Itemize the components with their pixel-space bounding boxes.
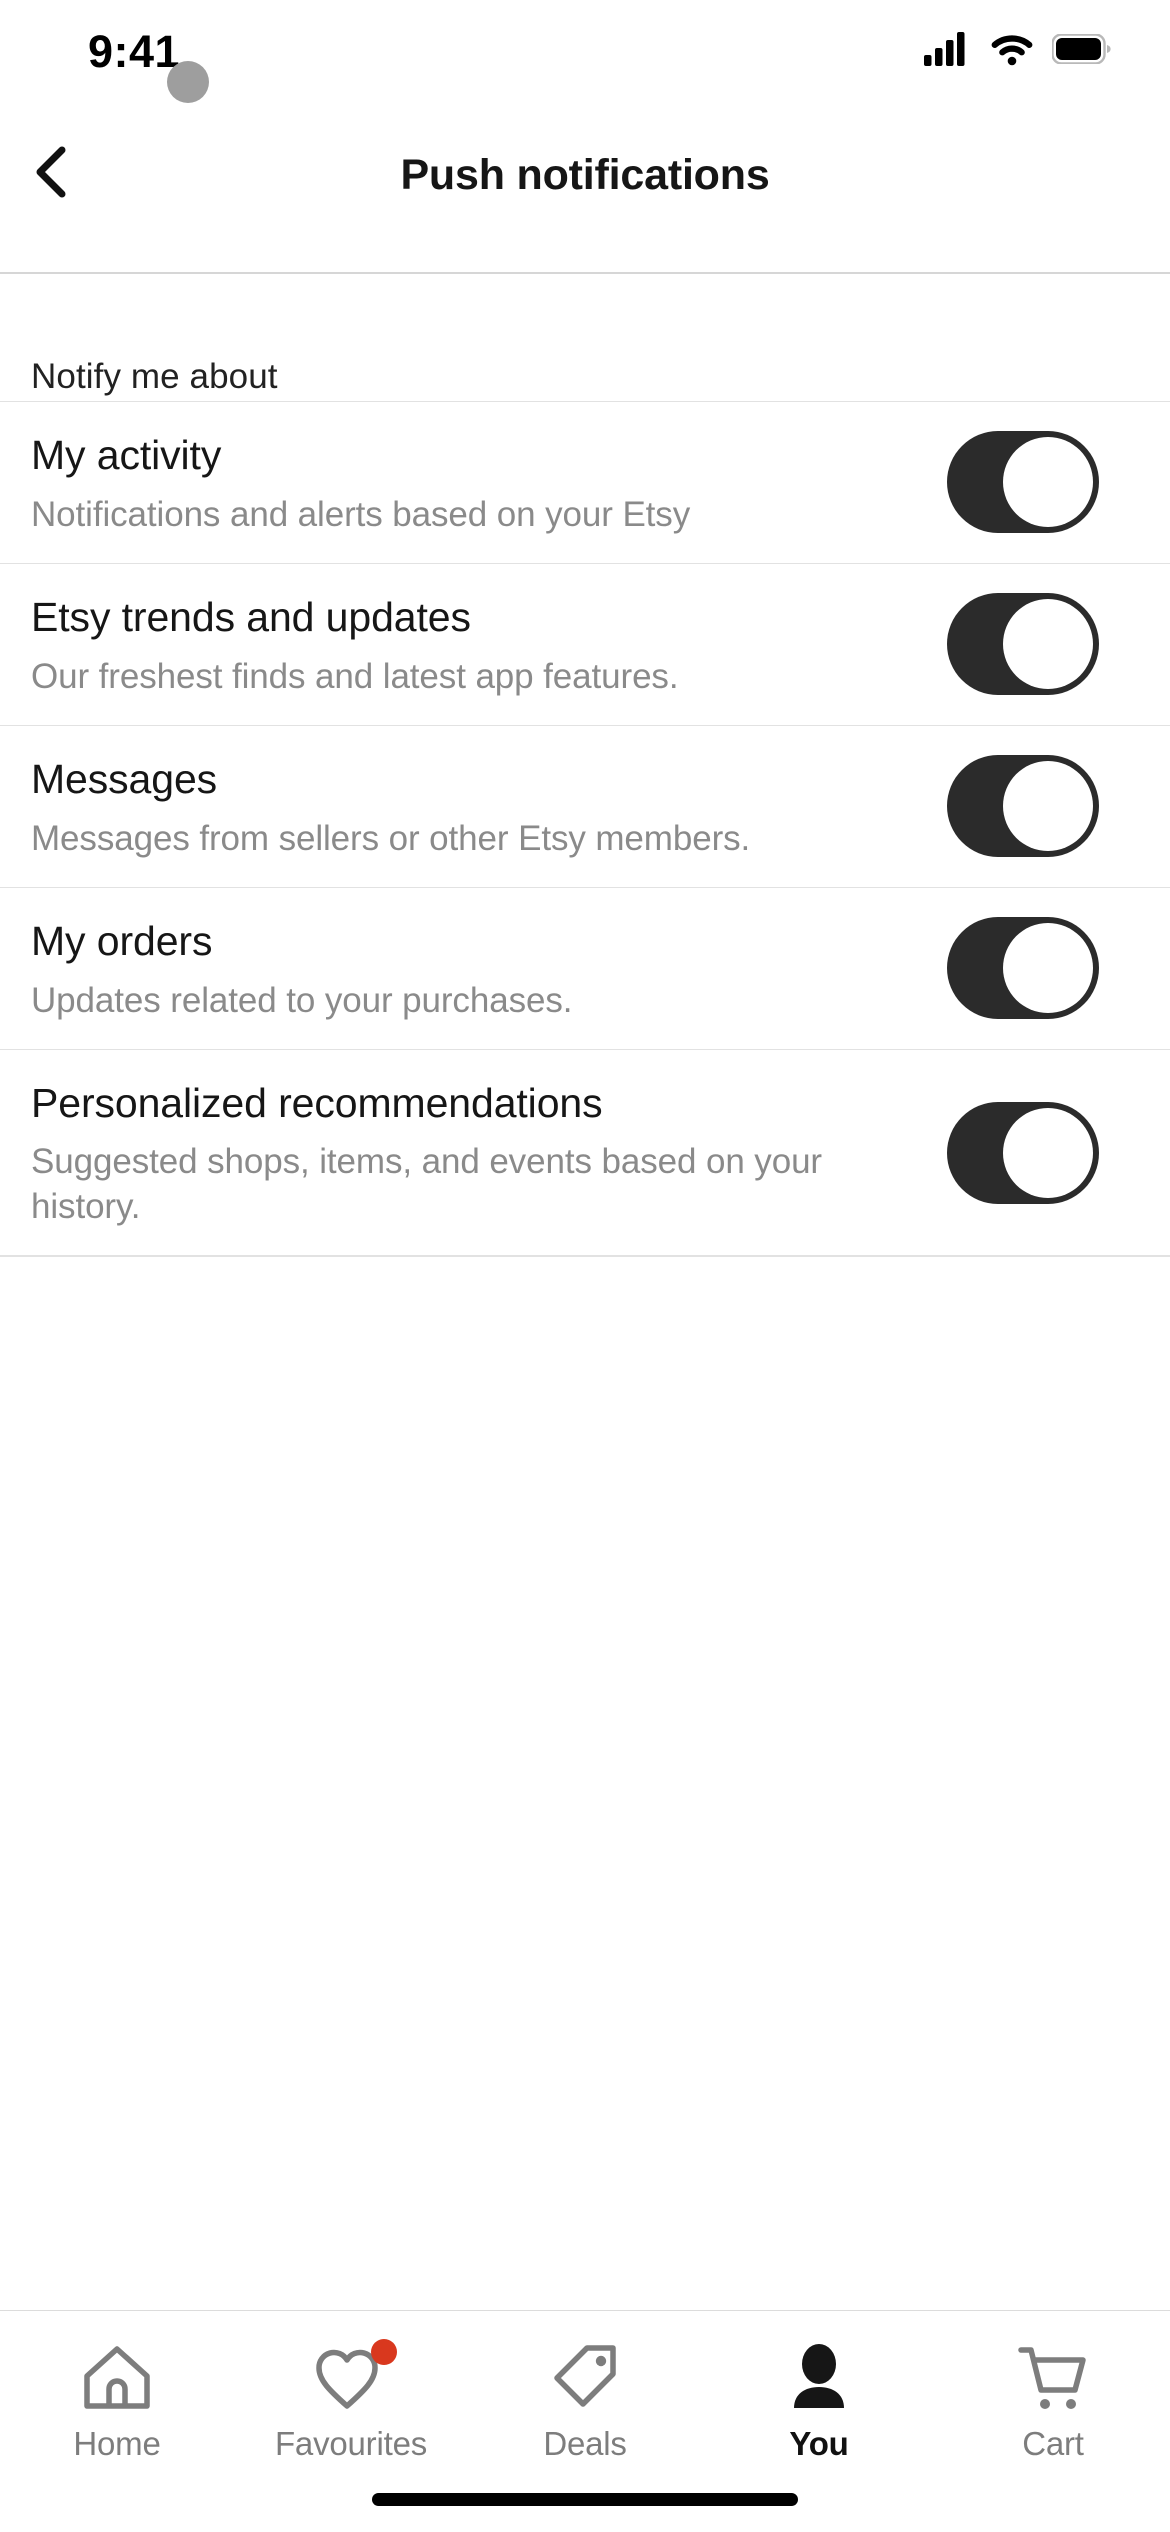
settings-row-etsy-trends-and-updates[interactable]: Etsy trends and updates Our freshest fin… — [0, 562, 1170, 725]
tab-cart[interactable]: Cart — [936, 2311, 1170, 2481]
bottom-tab-bar: Home Favourites Deals You Cart — [0, 2310, 1170, 2532]
tab-deals[interactable]: Deals — [468, 2311, 702, 2481]
wifi-icon — [990, 32, 1034, 71]
shopping-cart-icon — [1013, 2337, 1093, 2419]
row-subtitle: Messages from sellers or other Etsy memb… — [31, 818, 751, 858]
row-title: Messages — [31, 755, 218, 802]
settings-row-personalized-recommendations[interactable]: Personalized recommendations Suggested s… — [0, 1048, 1170, 1255]
phone-screen: 9:41 Push notifications Notify me about … — [0, 0, 1170, 2532]
row-title: Personalized recommendations — [31, 1079, 603, 1126]
tab-label: Cart — [1022, 2425, 1084, 2462]
section-label-notify-me-about: Notify me about — [31, 357, 278, 396]
cellular-signal-icon — [924, 32, 972, 71]
tab-favourites[interactable]: Favourites — [234, 2311, 468, 2481]
status-bar: 9:41 — [0, 0, 1170, 103]
row-subtitle: Suggested shops, items, and events based… — [31, 1142, 822, 1226]
toggle-switch-my-activity[interactable] — [947, 431, 1099, 534]
row-text-block: Messages Messages from sellers or other … — [31, 726, 931, 887]
notification-badge-dot — [371, 2339, 397, 2365]
tab-home[interactable]: Home — [0, 2311, 234, 2481]
home-icon — [79, 2337, 155, 2419]
back-button[interactable] — [14, 136, 90, 212]
row-text-block: Personalized recommendations Suggested s… — [31, 1050, 931, 1255]
tab-list: Home Favourites Deals You Cart — [0, 2311, 1170, 2481]
status-bar-time: 9:41 — [88, 26, 181, 77]
settings-row-my-orders[interactable]: My orders Updates related to your purcha… — [0, 886, 1170, 1049]
toggle-switch-my-orders[interactable] — [947, 917, 1099, 1020]
page-title: Push notifications — [400, 151, 770, 199]
row-text-block: My orders Updates related to your purcha… — [31, 888, 931, 1049]
toggle-knob — [1003, 1107, 1093, 1198]
home-indicator[interactable] — [372, 2493, 798, 2506]
tab-label: Home — [73, 2425, 161, 2462]
tag-icon — [547, 2337, 623, 2419]
row-toggle-wrapper — [931, 917, 1099, 1020]
person-icon — [781, 2337, 857, 2419]
row-title: Etsy trends and updates — [31, 593, 471, 640]
row-toggle-wrapper — [931, 1101, 1099, 1204]
camera-cutout-indicator — [167, 61, 209, 103]
toggle-switch-personalized-recommendations[interactable] — [947, 1101, 1099, 1204]
toggle-knob — [1003, 761, 1093, 852]
toggle-switch-etsy-trends-and-updates[interactable] — [947, 593, 1099, 696]
row-text-block: Etsy trends and updates Our freshest fin… — [31, 564, 931, 725]
toggle-knob — [1003, 437, 1093, 528]
tab-you[interactable]: You — [702, 2311, 936, 2481]
tab-label: Favourites — [274, 2425, 428, 2462]
tab-label: You — [789, 2425, 849, 2462]
row-toggle-wrapper — [931, 755, 1099, 858]
settings-row-messages[interactable]: Messages Messages from sellers or other … — [0, 724, 1170, 887]
notification-settings-list: My activity Notifications and alerts bas… — [0, 401, 1170, 1257]
chevron-left-icon — [29, 146, 75, 203]
heart-icon — [311, 2337, 397, 2419]
row-toggle-wrapper — [931, 593, 1099, 696]
row-text-block: My activity Notifications and alerts bas… — [31, 402, 931, 563]
header-divider — [0, 272, 1170, 274]
row-subtitle: Updates related to your purchases. — [31, 980, 573, 1020]
tab-label: Deals — [543, 2425, 627, 2462]
row-toggle-wrapper — [931, 431, 1099, 534]
row-subtitle: Our freshest finds and latest app featur… — [31, 656, 679, 696]
status-bar-icons — [924, 32, 1112, 71]
row-title: My orders — [31, 917, 213, 964]
toggle-knob — [1003, 599, 1093, 690]
row-title: My activity — [31, 432, 222, 478]
list-bottom-divider — [0, 1255, 1170, 1257]
settings-row-my-activity[interactable]: My activity Notifications and alerts bas… — [0, 401, 1170, 563]
toggle-switch-messages[interactable] — [947, 755, 1099, 858]
app-header: Push notifications — [0, 100, 1170, 273]
toggle-knob — [1003, 923, 1093, 1014]
row-subtitle: Notifications and alerts based on your E… — [31, 494, 691, 534]
battery-icon — [1051, 33, 1112, 69]
